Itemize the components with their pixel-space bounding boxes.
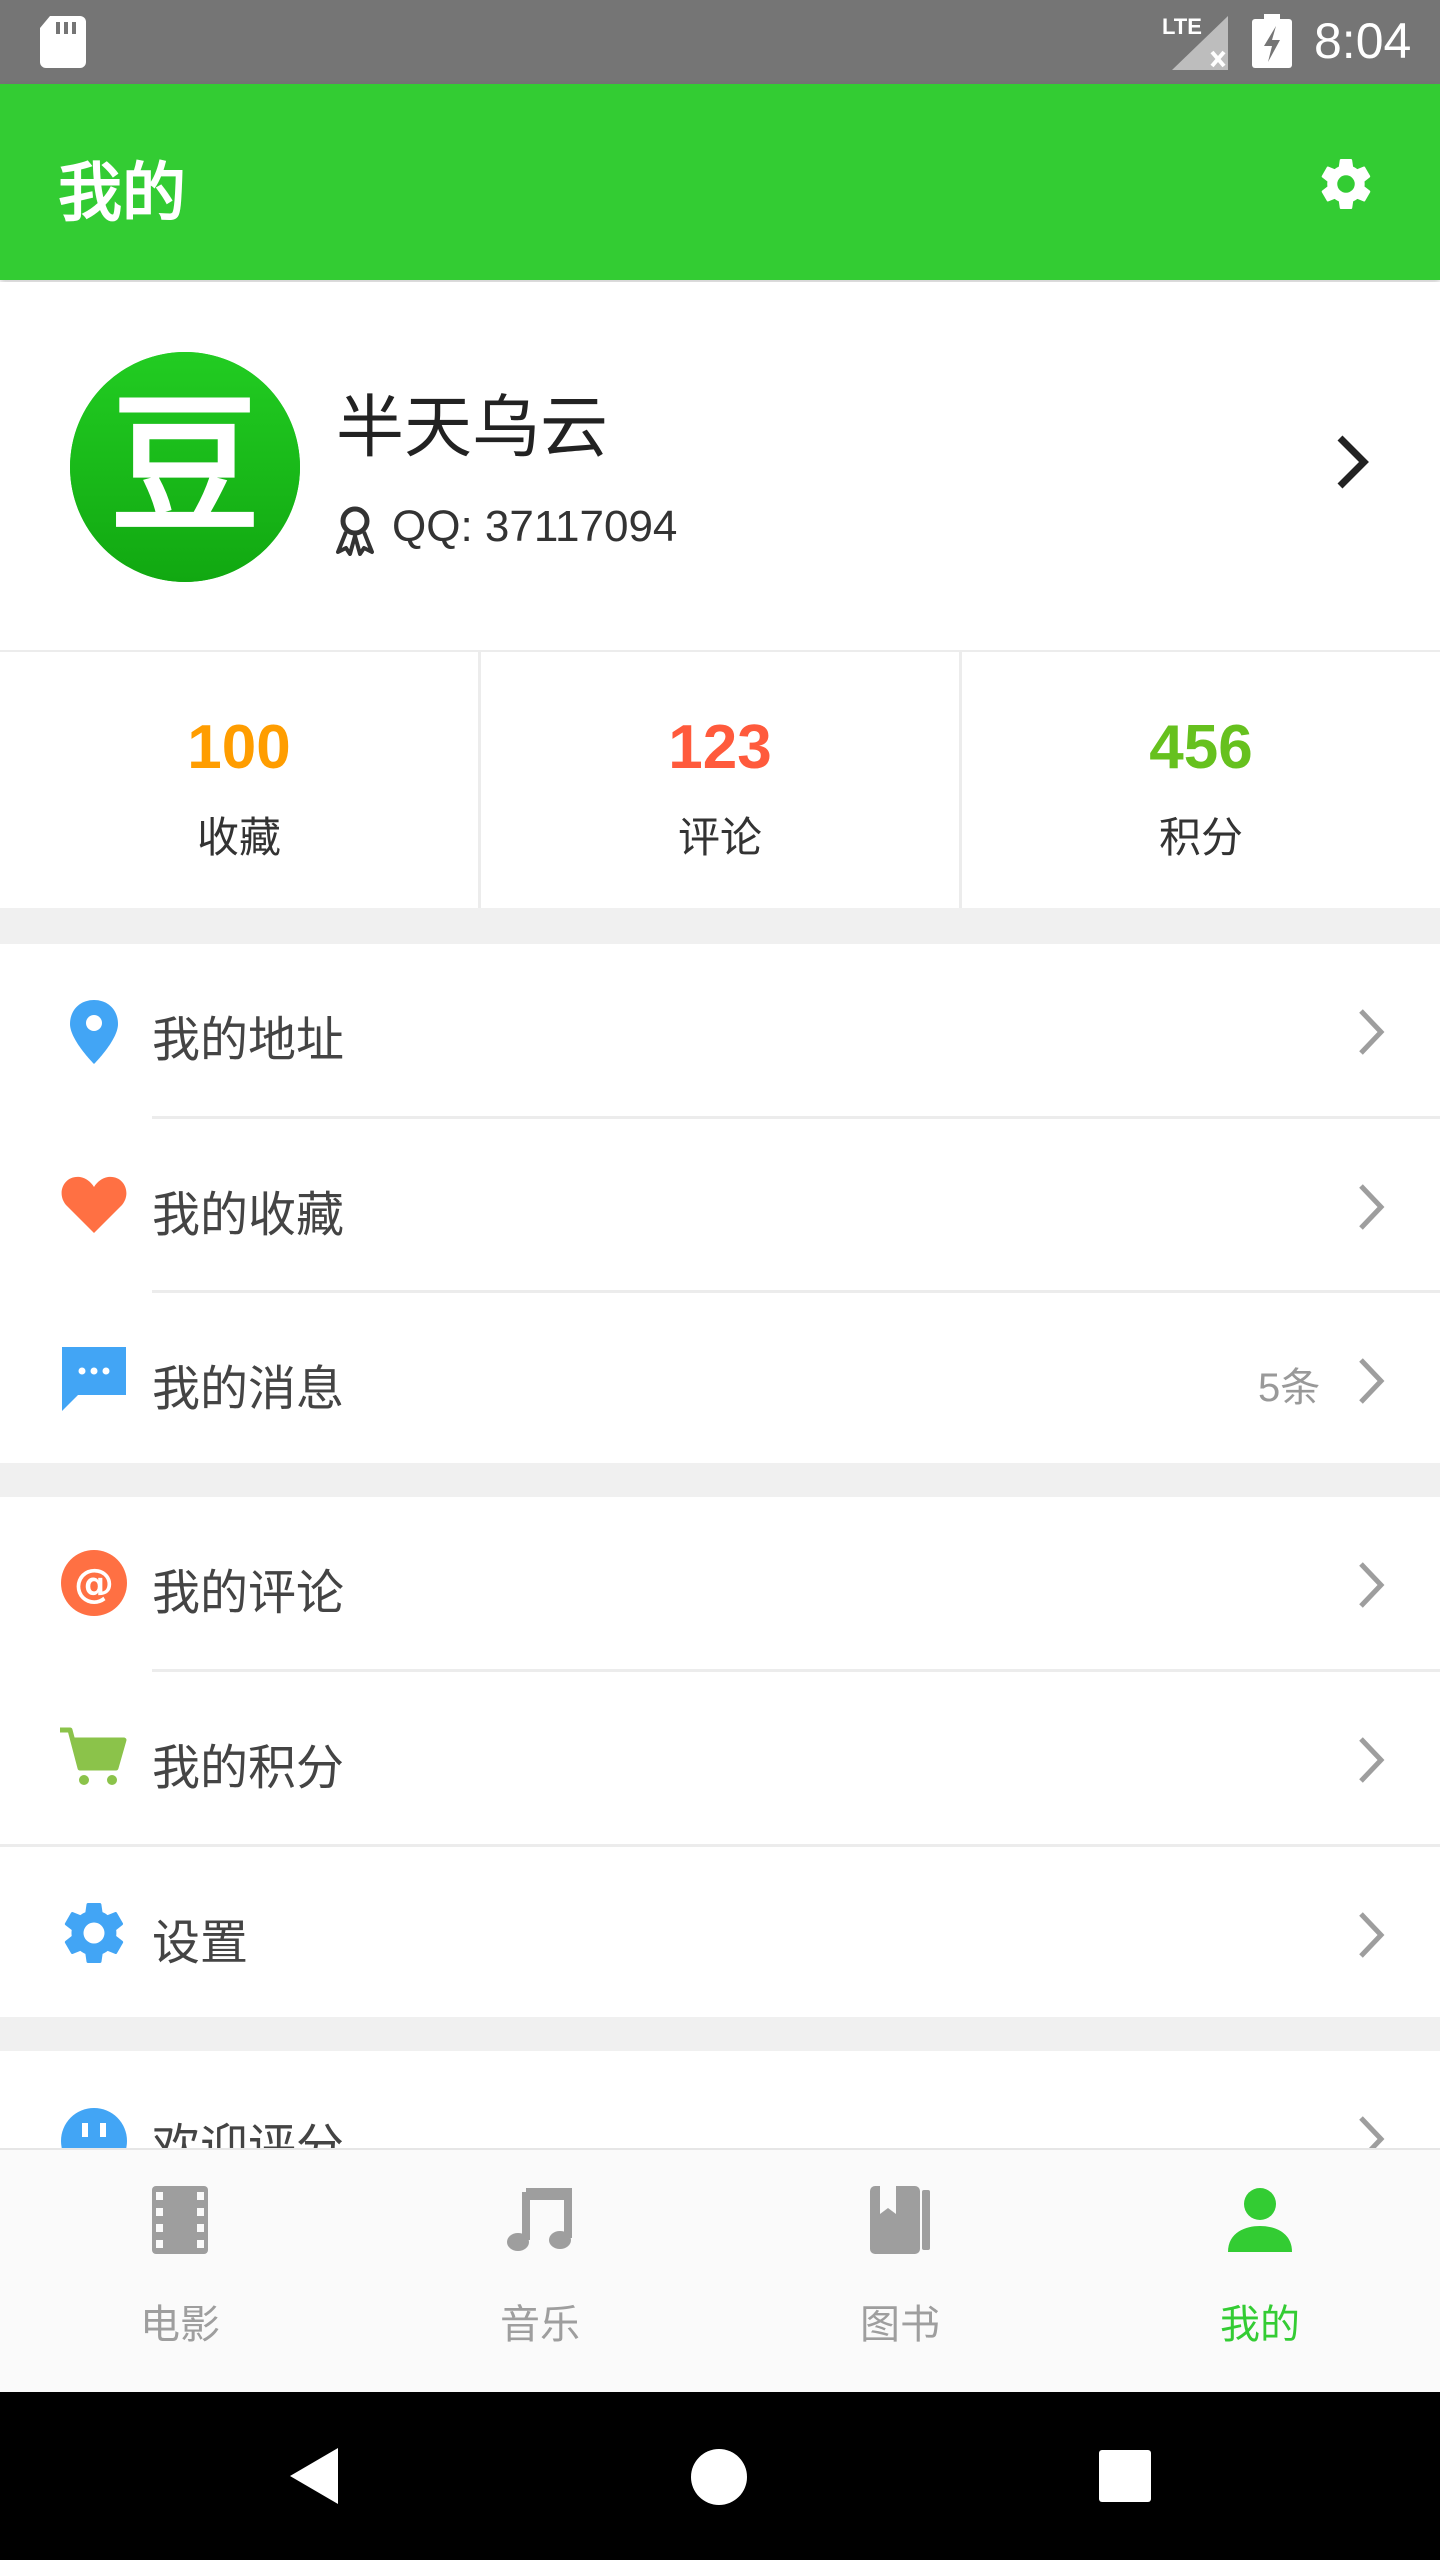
menu-item-settings[interactable]: 设置 <box>0 1847 1440 2017</box>
stats-bar: 100 收藏 123 评论 456 积分 <box>0 650 1440 910</box>
menu-item-comments[interactable]: @ 我的评论 <box>0 1497 1440 1669</box>
gear-icon <box>64 1903 124 1964</box>
cart-icon <box>60 1727 127 1785</box>
chevron-right-icon <box>1359 1184 1385 1230</box>
status-bar: LTE 8:04 <box>0 0 1440 84</box>
chevron-right-icon <box>1359 1009 1385 1055</box>
user-qq: QQ: 37117094 <box>392 502 678 551</box>
signal-icon <box>1172 16 1228 70</box>
section-gap <box>0 1463 1440 1497</box>
clock: 8:04 <box>1314 13 1412 69</box>
menu-item-label: 设置 <box>152 1915 249 1971</box>
avatar[interactable]: 豆 <box>70 352 300 582</box>
menu-item-label: 欢迎评分 <box>152 2119 345 2148</box>
menu-item-label: 我的地址 <box>152 1012 345 1068</box>
gear-icon[interactable] <box>1316 154 1376 214</box>
chevron-right-icon <box>1359 1912 1385 1958</box>
tab-mine[interactable]: 我的 <box>1080 2150 1440 2394</box>
system-navigation-bar <box>0 2392 1440 2560</box>
tab-label: 音乐 <box>500 2302 580 2348</box>
stat-comments[interactable]: 123 评论 <box>481 652 959 910</box>
menu-item-rate[interactable]: 欢迎评分 <box>0 2051 1440 2148</box>
profile-header[interactable]: 豆 半天乌云 QQ: 37117094 <box>0 282 1440 650</box>
rate-icon <box>61 2108 127 2148</box>
home-icon[interactable] <box>690 2448 748 2506</box>
stat-favorites-value: 100 <box>187 713 291 782</box>
section-gap <box>0 908 1440 944</box>
user-name: 半天乌云 <box>336 389 609 468</box>
chevron-right-icon <box>1359 1562 1385 1608</box>
menu-item-label: 我的收藏 <box>152 1187 345 1243</box>
stat-comments-label: 评论 <box>677 813 762 862</box>
heart-icon <box>61 1176 127 1233</box>
chevron-right-icon <box>1359 1737 1385 1783</box>
stat-points-value: 456 <box>1149 713 1253 782</box>
app-bar: 我的 <box>0 84 1440 280</box>
music-icon <box>507 2188 572 2251</box>
page-title: 我的 <box>58 157 186 231</box>
stat-favorites[interactable]: 100 收藏 <box>0 652 478 910</box>
film-icon <box>152 2186 208 2254</box>
menu-item-points[interactable]: 我的积分 <box>0 1672 1440 1844</box>
tab-label: 我的 <box>1220 2302 1300 2348</box>
avatar-logo: 豆 <box>70 352 300 582</box>
section-gap <box>0 2017 1440 2051</box>
chevron-right-icon <box>1359 1358 1385 1404</box>
menu-item-address[interactable]: 我的地址 <box>0 944 1440 1116</box>
svg-text:@: @ <box>74 1561 114 1607</box>
svg-text:豆: 豆 <box>110 380 260 554</box>
tab-music[interactable]: 音乐 <box>360 2150 720 2394</box>
stat-points-label: 积分 <box>1158 813 1243 862</box>
menu-item-label: 我的积分 <box>152 1740 345 1796</box>
sd-card-icon <box>40 16 86 68</box>
stat-favorites-label: 收藏 <box>196 813 281 862</box>
bottom-navigation: 电影 音乐 图书 我的 <box>0 2148 1440 2394</box>
stat-comments-value: 123 <box>668 713 772 782</box>
tab-books[interactable]: 图书 <box>720 2150 1080 2394</box>
menu-item-favorites[interactable]: 我的收藏 <box>0 1119 1440 1291</box>
book-icon <box>870 2186 930 2254</box>
at-icon: @ <box>61 1550 127 1616</box>
recents-icon[interactable] <box>1099 2450 1151 2502</box>
tab-label: 电影 <box>140 2302 220 2348</box>
chevron-right-icon <box>1359 2116 1385 2148</box>
menu-item-label: 我的消息 <box>152 1361 345 1417</box>
chevron-right-icon <box>1337 435 1369 489</box>
menu-item-messages[interactable]: 我的消息 5条 <box>0 1293 1440 1463</box>
battery-charging-icon <box>1252 14 1292 68</box>
location-pin-icon <box>70 1000 118 1064</box>
tab-movies[interactable]: 电影 <box>0 2150 360 2394</box>
message-icon <box>62 1347 126 1411</box>
stat-points[interactable]: 456 积分 <box>962 652 1440 910</box>
tab-label: 图书 <box>860 2302 940 2348</box>
person-icon <box>1228 2188 1292 2252</box>
back-icon[interactable] <box>288 2446 340 2506</box>
medal-icon <box>336 506 374 556</box>
menu-item-label: 我的评论 <box>152 1565 345 1621</box>
message-count-badge: 5条 <box>1258 1366 1321 1410</box>
